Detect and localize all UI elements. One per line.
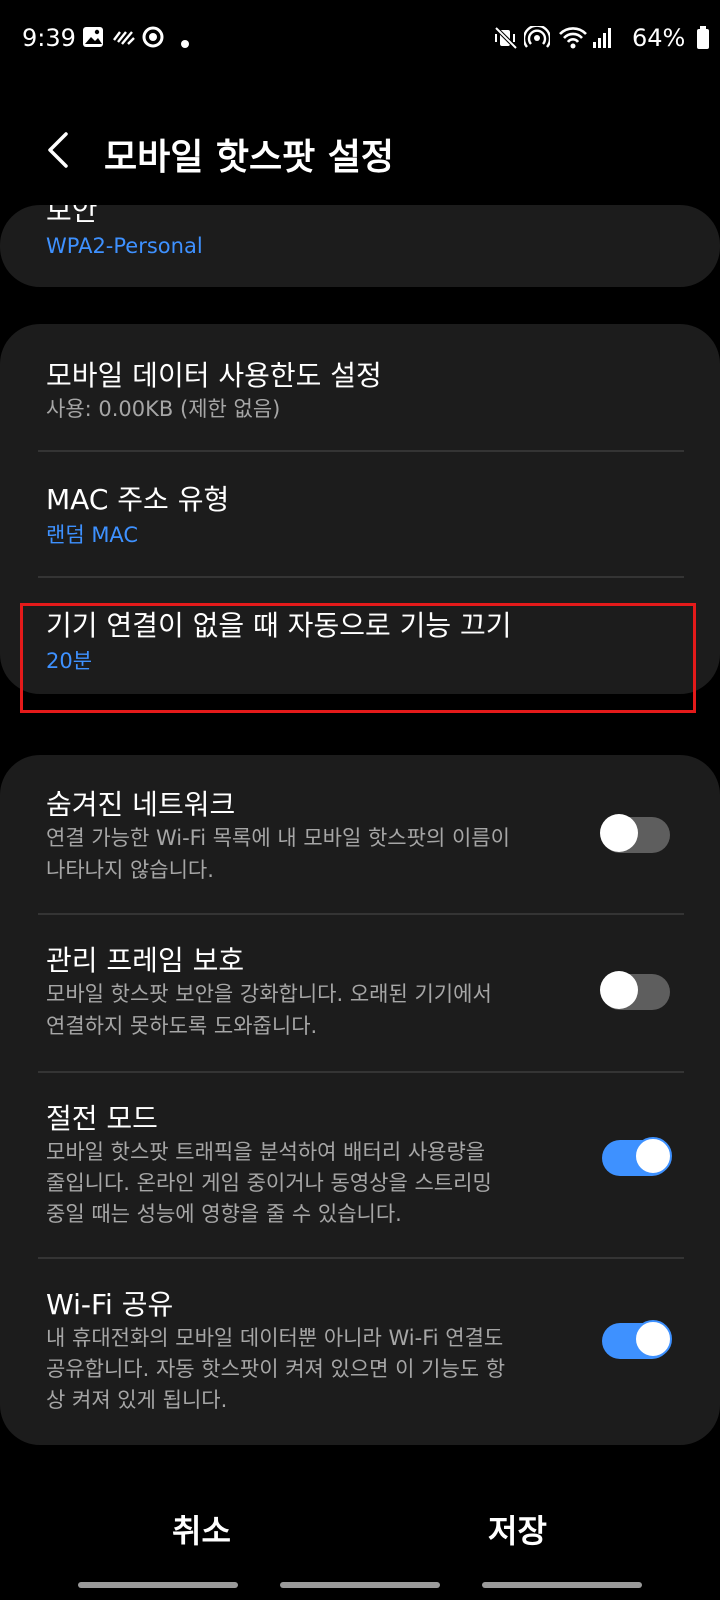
status-bar: 9:39 64% [0, 0, 720, 80]
status-time: 9:39 [22, 24, 76, 52]
security-row[interactable]: 보안 WPA2-Personal [0, 205, 720, 287]
save-button[interactable]: 저장 [488, 1506, 547, 1552]
power-saving-desc-line1: 모바일 핫스팟 트래픽을 분석하여 배터리 사용량을 [46, 1140, 486, 1164]
toggle-knob [600, 814, 638, 852]
toggles-card: 숨겨진 네트워크 연결 가능한 Wi-Fi 목록에 내 모바일 핫스팟의 이름이… [0, 755, 720, 1445]
security-title: 보안 [46, 205, 98, 227]
power-saving-desc-line2: 줄입니다. 온라인 게임 중이거나 동영상을 스트리밍 [46, 1171, 492, 1195]
wifi-sharing-row[interactable]: Wi-Fi 공유 내 휴대전화의 모바일 데이터뿐 아니라 Wi-Fi 연결도 … [0, 1259, 720, 1445]
dot-icon [180, 34, 190, 53]
toggle-knob [634, 1137, 672, 1175]
power-saving-row[interactable]: 절전 모드 모바일 핫스팟 트래픽을 분석하여 배터리 사용량을 줄입니다. 온… [0, 1073, 720, 1253]
pmf-toggle[interactable] [600, 971, 670, 1010]
data-limit-title: 모바일 데이터 사용한도 설정 [46, 359, 382, 392]
wifi-sharing-desc-line1: 내 휴대전화의 모바일 데이터뿐 아니라 Wi-Fi 연결도 [46, 1326, 504, 1350]
pmf-desc-line2: 연결하지 못하도록 도와줍니다. [46, 1014, 318, 1038]
toggle-knob [634, 1320, 672, 1358]
data-limit-row[interactable]: 모바일 데이터 사용한도 설정 사용: 0.00KB (제한 없음) [0, 324, 720, 450]
mac-type-title: MAC 주소 유형 [46, 483, 230, 516]
header: 모바일 핫스팟 설정 [0, 110, 720, 190]
hotspot-icon [522, 24, 552, 54]
cancel-button[interactable]: 취소 [172, 1506, 231, 1552]
highlight-box [20, 603, 696, 713]
power-saving-desc-line3: 중일 때는 성능에 영향을 줄 수 있습니다. [46, 1202, 402, 1226]
wifi-sharing-title: Wi-Fi 공유 [46, 1288, 174, 1321]
cell-signal-icon [592, 26, 614, 54]
power-saving-title: 절전 모드 [46, 1102, 158, 1135]
battery-percent: 64% [632, 24, 686, 52]
hidden-network-desc-line2: 나타나지 않습니다. [46, 858, 214, 882]
back-arrow-icon[interactable] [42, 130, 72, 170]
nav-bar-segment-center[interactable] [280, 1582, 440, 1588]
wifi-sharing-toggle[interactable] [602, 1320, 672, 1359]
nav-bar-segment-left[interactable] [78, 1582, 238, 1588]
hidden-network-toggle[interactable] [600, 814, 670, 853]
toggle-knob [600, 971, 638, 1009]
data-limit-sub: 사용: 0.00KB (제한 없음) [46, 397, 281, 421]
signal-wave-icon [112, 26, 136, 52]
wifi-icon [558, 26, 588, 54]
vibrate-mute-icon [494, 26, 518, 54]
security-value: WPA2-Personal [46, 234, 203, 258]
hidden-network-title: 숨겨진 네트워크 [46, 788, 236, 821]
page-title: 모바일 핫스팟 설정 [104, 137, 395, 178]
nav-bar-segment-right[interactable] [482, 1582, 642, 1588]
hidden-network-desc-line1: 연결 가능한 Wi-Fi 목록에 내 모바일 핫스팟의 이름이 [46, 826, 510, 850]
wifi-sharing-desc-line2: 공유합니다. 자동 핫스팟이 켜져 있으면 이 기능도 항 [46, 1357, 506, 1381]
security-card: 보안 WPA2-Personal [0, 205, 720, 287]
gallery-icon [82, 26, 104, 52]
pmf-title: 관리 프레임 보호 [46, 944, 245, 977]
circle-app-icon [142, 26, 164, 52]
hidden-network-row[interactable]: 숨겨진 네트워크 연결 가능한 Wi-Fi 목록에 내 모바일 핫스팟의 이름이… [0, 755, 720, 895]
pmf-row[interactable]: 관리 프레임 보호 모바일 핫스팟 보안을 강화합니다. 오래된 기기에서 연결… [0, 915, 720, 1070]
mac-type-row[interactable]: MAC 주소 유형 랜덤 MAC [0, 452, 720, 578]
power-saving-toggle[interactable] [602, 1137, 672, 1176]
pmf-desc-line1: 모바일 핫스팟 보안을 강화합니다. 오래된 기기에서 [46, 982, 492, 1006]
mac-type-value: 랜덤 MAC [46, 523, 139, 547]
battery-icon [696, 26, 710, 54]
wifi-sharing-desc-line3: 상 켜져 있게 됩니다. [46, 1388, 228, 1412]
